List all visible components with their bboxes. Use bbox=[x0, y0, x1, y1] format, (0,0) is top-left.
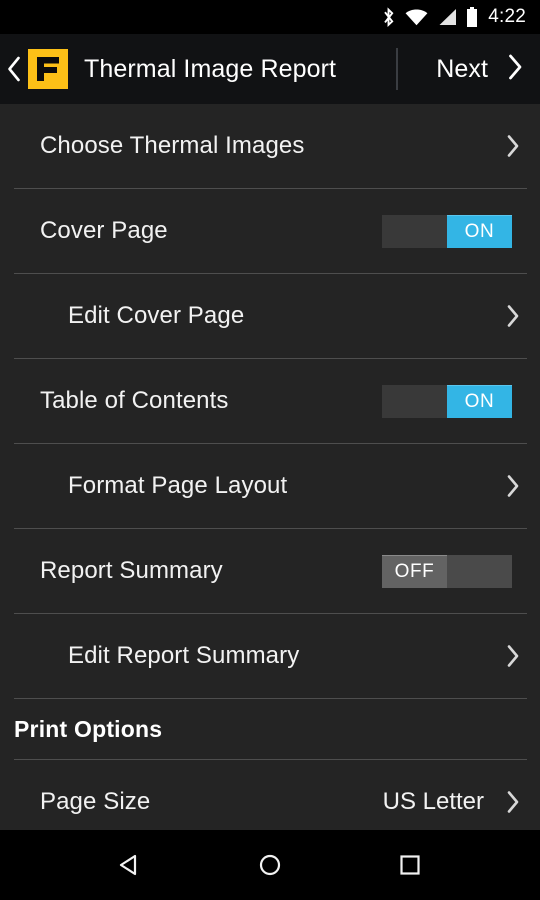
android-screen: 4:22 Thermal Image Report Next Choose Th… bbox=[0, 0, 540, 900]
chevron-right-icon bbox=[500, 303, 526, 329]
toggle-thumb-label: ON bbox=[447, 384, 512, 418]
list-item-report-summary[interactable]: Report Summary OFF bbox=[0, 529, 540, 613]
list-item-edit-report-summary[interactable]: Edit Report Summary bbox=[0, 614, 540, 698]
nav-back-icon[interactable] bbox=[102, 837, 158, 893]
forward-chevron-icon bbox=[506, 52, 524, 87]
appbar-divider bbox=[396, 48, 399, 90]
page-title: Thermal Image Report bbox=[84, 54, 337, 83]
chevron-right-icon bbox=[500, 133, 526, 159]
row-label: Report Summary bbox=[40, 557, 223, 584]
row-label: Table of Contents bbox=[40, 387, 229, 414]
row-value: US Letter bbox=[382, 788, 484, 815]
list-item-table-of-contents[interactable]: Table of Contents ON bbox=[0, 359, 540, 443]
status-bar-icons bbox=[381, 6, 478, 28]
row-label: Edit Report Summary bbox=[68, 642, 300, 669]
toggle-table-of-contents[interactable]: ON bbox=[382, 384, 512, 418]
row-label: Choose Thermal Images bbox=[40, 132, 305, 159]
section-header-print-options: Print Options bbox=[0, 699, 540, 759]
row-label: Cover Page bbox=[40, 217, 168, 244]
chevron-right-icon bbox=[500, 789, 526, 815]
row-label: Page Size bbox=[40, 788, 151, 815]
toggle-cover-page[interactable]: ON bbox=[382, 214, 512, 248]
settings-list[interactable]: Choose Thermal Images Cover Page ON Edit… bbox=[0, 104, 540, 830]
nav-home-icon[interactable] bbox=[242, 837, 298, 893]
battery-icon bbox=[467, 7, 478, 27]
row-label: Format Page Layout bbox=[68, 472, 288, 499]
list-item-cover-page[interactable]: Cover Page ON bbox=[0, 189, 540, 273]
toggle-report-summary[interactable]: OFF bbox=[382, 554, 512, 588]
android-nav-bar bbox=[0, 830, 540, 900]
list-item-page-size[interactable]: Page Size US Letter bbox=[0, 760, 540, 830]
wifi-icon bbox=[405, 9, 428, 26]
section-title: Print Options bbox=[14, 715, 163, 742]
nav-recents-icon[interactable] bbox=[382, 837, 438, 893]
status-bar: 4:22 bbox=[0, 0, 540, 34]
cellular-signal-icon bbox=[439, 9, 457, 25]
next-button-label: Next bbox=[436, 54, 488, 83]
list-item-edit-cover-page[interactable]: Edit Cover Page bbox=[0, 274, 540, 358]
list-item-format-page-layout[interactable]: Format Page Layout bbox=[0, 444, 540, 528]
chevron-right-icon bbox=[500, 473, 526, 499]
row-label: Edit Cover Page bbox=[68, 302, 245, 329]
back-chevron-icon[interactable] bbox=[2, 34, 26, 104]
next-button[interactable]: Next bbox=[436, 52, 524, 87]
toggle-thumb-label: OFF bbox=[382, 554, 447, 588]
list-item-choose-thermal-images[interactable]: Choose Thermal Images bbox=[0, 104, 540, 188]
chevron-right-icon bbox=[500, 643, 526, 669]
fluke-logo[interactable] bbox=[28, 49, 68, 89]
toggle-thumb-label: ON bbox=[447, 214, 512, 248]
app-bar: Thermal Image Report Next bbox=[0, 34, 540, 104]
bluetooth-icon bbox=[384, 6, 394, 27]
status-bar-clock: 4:22 bbox=[488, 6, 526, 27]
